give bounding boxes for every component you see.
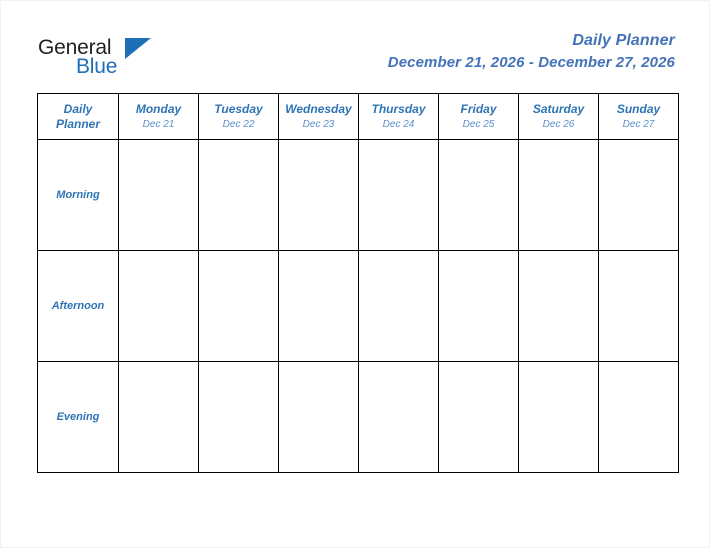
day-header-friday: Friday Dec 25 [438, 93, 519, 140]
day-name-tuesday: Tuesday [214, 101, 263, 116]
slot-label-text-afternoon: Afternoon [51, 300, 105, 312]
slot-cell-evening-monday[interactable] [118, 361, 199, 473]
slot-label-text-morning: Morning [56, 189, 100, 201]
slot-label-evening: Evening [37, 361, 119, 473]
day-name-thursday: Thursday [371, 101, 426, 116]
slot-label-afternoon: Afternoon [37, 250, 119, 362]
day-date-monday: Dec 21 [142, 118, 175, 130]
slot-cell-afternoon-monday[interactable] [118, 250, 199, 362]
slot-cell-afternoon-thursday[interactable] [358, 250, 439, 362]
slot-cell-evening-friday[interactable] [438, 361, 519, 473]
slot-cell-evening-sunday[interactable] [598, 361, 679, 473]
page-header: General Blue Daily Planner December 21, … [1, 1, 711, 93]
slot-cell-morning-saturday[interactable] [518, 139, 599, 251]
brand-name-blue: Blue [76, 55, 118, 78]
day-name-monday: Monday [135, 101, 182, 116]
day-name-wednesday: Wednesday [285, 101, 352, 116]
day-date-saturday: Dec 26 [542, 118, 575, 130]
slot-cell-evening-thursday[interactable] [358, 361, 439, 473]
title-block: Daily Planner December 21, 2026 - Decemb… [388, 31, 675, 73]
corner-label-line1: Daily [63, 101, 93, 116]
slot-cell-evening-saturday[interactable] [518, 361, 599, 473]
slot-cell-afternoon-friday[interactable] [438, 250, 519, 362]
planner-table: Daily Planner Monday Dec 21 Tuesday Dec … [37, 93, 679, 473]
slot-cell-morning-monday[interactable] [118, 139, 199, 251]
day-header-wednesday: Wednesday Dec 23 [278, 93, 359, 140]
day-header-thursday: Thursday Dec 24 [358, 93, 439, 140]
slot-cell-morning-thursday[interactable] [358, 139, 439, 251]
slot-cell-morning-wednesday[interactable] [278, 139, 359, 251]
day-date-sunday: Dec 27 [622, 118, 655, 130]
day-date-friday: Dec 25 [462, 118, 495, 130]
planner-row-evening: Evening [37, 361, 679, 473]
planner-header-row: Daily Planner Monday Dec 21 Tuesday Dec … [37, 93, 679, 140]
slot-cell-morning-sunday[interactable] [598, 139, 679, 251]
slot-cell-evening-tuesday[interactable] [198, 361, 279, 473]
day-date-tuesday: Dec 22 [222, 118, 255, 130]
slot-cell-afternoon-sunday[interactable] [598, 250, 679, 362]
day-header-tuesday: Tuesday Dec 22 [198, 93, 279, 140]
slot-cell-afternoon-tuesday[interactable] [198, 250, 279, 362]
brand-triangle-icon [125, 38, 151, 59]
brand-logo[interactable]: General Blue [38, 37, 198, 83]
page-title: Daily Planner [572, 32, 675, 49]
day-header-sunday: Sunday Dec 27 [598, 93, 679, 140]
day-header-saturday: Saturday Dec 26 [518, 93, 599, 140]
planner-corner-cell: Daily Planner [37, 93, 119, 140]
planner-row-morning: Morning [37, 139, 679, 251]
planner-table-head: Daily Planner Monday Dec 21 Tuesday Dec … [37, 93, 679, 140]
slot-cell-morning-friday[interactable] [438, 139, 519, 251]
planner-table-wrapper: Daily Planner Monday Dec 21 Tuesday Dec … [37, 93, 679, 473]
day-name-friday: Friday [460, 101, 497, 116]
day-header-monday: Monday Dec 21 [118, 93, 199, 140]
corner-label-line2: Planner [55, 116, 100, 131]
day-date-thursday: Dec 24 [382, 118, 415, 130]
slot-cell-afternoon-wednesday[interactable] [278, 250, 359, 362]
day-name-saturday: Saturday [532, 101, 585, 116]
slot-cell-morning-tuesday[interactable] [198, 139, 279, 251]
day-date-wednesday: Dec 23 [302, 118, 335, 130]
day-name-sunday: Sunday [616, 101, 661, 116]
slot-label-text-evening: Evening [56, 411, 100, 423]
planner-page: General Blue Daily Planner December 21, … [0, 0, 710, 548]
slot-cell-evening-wednesday[interactable] [278, 361, 359, 473]
slot-label-morning: Morning [37, 139, 119, 251]
planner-row-afternoon: Afternoon [37, 250, 679, 362]
planner-table-body: Morning Afternoon Evening [37, 139, 679, 473]
date-range: December 21, 2026 - December 27, 2026 [387, 54, 675, 71]
slot-cell-afternoon-saturday[interactable] [518, 250, 599, 362]
